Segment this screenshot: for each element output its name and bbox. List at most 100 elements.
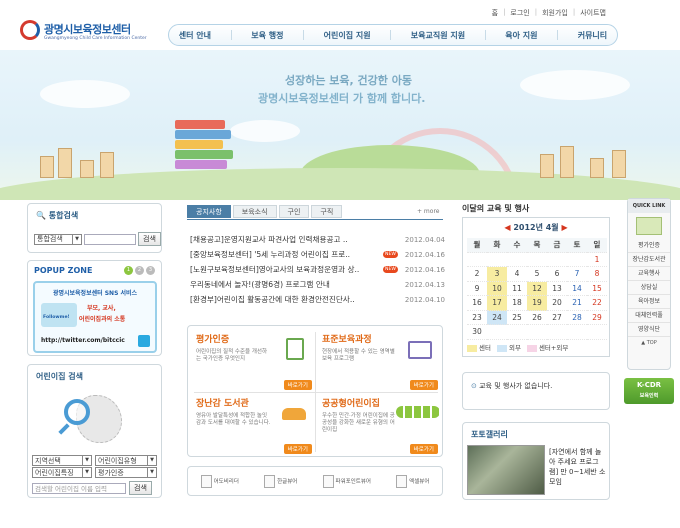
- utility-nav: 홈 | 로그인 | 회원가입 | 사이트맵: [491, 8, 606, 18]
- popup-page-2[interactable]: 2: [135, 266, 144, 275]
- powerpoint-viewer-link[interactable]: 파워포인트뷰어: [322, 474, 371, 488]
- next-month-button[interactable]: ▶: [561, 223, 567, 232]
- notice-row[interactable]: 우리동네에서 놀자!(광명6경) 프로그램 안내 2012.04.13: [190, 277, 445, 292]
- quick-toy-library[interactable]: 장난감도서관: [628, 253, 670, 267]
- calendar-day[interactable]: 12: [527, 281, 547, 296]
- calendar-day[interactable]: 28: [567, 311, 587, 325]
- daycare-name-input[interactable]: 검색할 어린이집 이름 입력: [32, 482, 126, 494]
- search-scope-select[interactable]: 통합검색 ▼: [34, 233, 82, 245]
- new-badge: NEW: [383, 266, 398, 273]
- util-join-link[interactable]: 회원가입: [542, 8, 568, 18]
- excel-viewer-link[interactable]: 엑셀뷰어: [396, 474, 429, 488]
- calendar-day[interactable]: 5: [527, 267, 547, 282]
- more-link[interactable]: + more: [417, 208, 439, 215]
- calendar-day[interactable]: 25: [507, 311, 527, 325]
- prev-month-button[interactable]: ◀: [504, 223, 510, 232]
- nav-childcare-admin[interactable]: 보육 행정: [251, 30, 283, 41]
- calendar-day: [527, 253, 547, 267]
- quick-education-events[interactable]: 교육행사: [628, 267, 670, 281]
- quick-meal-menu[interactable]: 영양식단: [628, 323, 670, 337]
- calendar-day[interactable]: 16: [467, 296, 487, 311]
- calendar-day[interactable]: 24: [487, 310, 507, 325]
- chevron-down-icon: ▼: [82, 468, 91, 477]
- calendar-day[interactable]: 26: [527, 311, 547, 325]
- top-button[interactable]: ▲ TOP: [628, 340, 670, 346]
- service-standard-curriculum[interactable]: 표준보육과정 현장에서 적용할 수 있는 영역별 보육 프로그램 바로가기: [322, 332, 442, 392]
- calendar-day[interactable]: 19: [527, 296, 547, 311]
- search-input[interactable]: [84, 233, 136, 245]
- calendar-day[interactable]: 14: [567, 282, 587, 296]
- calendar-day: [507, 253, 527, 267]
- service-accreditation[interactable]: 평가인증 어린이집의 질적 수준을 개선하는 국가인증 무엇인지 바로가기: [196, 332, 316, 392]
- kcdr-banner[interactable]: K-CDR 보육인력: [624, 378, 674, 404]
- calendar-day[interactable]: 1: [587, 253, 607, 267]
- sns-line-2: 어린이집과의 소통: [79, 316, 126, 323]
- region-select[interactable]: 지역선택 ▼: [32, 455, 92, 466]
- toy-library-go-button[interactable]: 바로가기: [283, 444, 312, 454]
- calendar-day[interactable]: 11: [507, 282, 527, 296]
- popup-page-1[interactable]: 1: [124, 266, 133, 275]
- nav-teacher-support[interactable]: 보육교직원 지원: [411, 30, 465, 41]
- calendar-day[interactable]: 15: [587, 282, 607, 296]
- tab-childcare-news[interactable]: 보육소식: [232, 205, 277, 218]
- tab-notices[interactable]: 공지사항: [187, 205, 231, 218]
- calendar-day[interactable]: 6: [547, 267, 567, 282]
- site-logo[interactable]: 광명시보육정보센터 Gwangmyeong Child Care Informa…: [20, 16, 160, 50]
- nav-parenting-support[interactable]: 육아 지원: [505, 30, 537, 41]
- search-button[interactable]: 검색: [138, 232, 161, 246]
- calendar-day[interactable]: 30: [467, 325, 487, 340]
- notice-row[interactable]: [중앙보육정보센터] '5세 누리과정 어린이집 프로.. NEW 2012.04.…: [190, 247, 445, 262]
- calendar-day[interactable]: 3: [487, 267, 507, 282]
- curriculum-go-button[interactable]: 바로가기: [409, 380, 438, 390]
- public-daycare-go-button[interactable]: 바로가기: [409, 444, 438, 454]
- gallery-caption[interactable]: [자연에서 함께 놀아 주세요 프로그램] 만 0~1세반 소모임: [549, 447, 607, 487]
- daycare-search-button[interactable]: 검색: [129, 481, 152, 495]
- twitter-url[interactable]: http://twitter.com/bitccic: [41, 337, 125, 344]
- quick-accreditation[interactable]: 평가인증: [628, 239, 670, 253]
- board-tabs: 공지사항 보육소식 구인 구직: [187, 205, 343, 218]
- calendar-day[interactable]: 29: [587, 311, 607, 325]
- quick-substitute-pool[interactable]: 대체인력풀: [628, 309, 670, 323]
- calendar-day[interactable]: 22: [587, 296, 607, 311]
- tab-job-seeking[interactable]: 구직: [311, 205, 343, 218]
- util-login-link[interactable]: 로그인: [510, 8, 529, 18]
- books-illustration: [175, 120, 235, 172]
- service-public-daycare[interactable]: 공공형어린이집 우수한 민간·가정 어린이집에 공공성을 강화한 새로운 유형의 …: [322, 396, 442, 456]
- calendar-day[interactable]: 9: [467, 282, 487, 296]
- gallery-photo[interactable]: [467, 445, 545, 495]
- calendar-day[interactable]: 17: [487, 296, 507, 311]
- service-toy-library[interactable]: 장난감 도서관 영유아 발달특성에 적합한 놀잇감과 도서를 대여할 수 있습니다…: [196, 396, 316, 456]
- quick-parenting-info[interactable]: 육아정보: [628, 295, 670, 309]
- calendar-day[interactable]: 7: [567, 267, 587, 282]
- popup-page-3[interactable]: 3: [146, 266, 155, 275]
- popup-zone-title: POPUP ZONE: [34, 266, 93, 275]
- gwangmyeong-map[interactable]: [58, 389, 128, 449]
- calendar-day[interactable]: 13: [547, 282, 567, 296]
- calendar-day[interactable]: 23: [467, 311, 487, 325]
- daycare-feature-select[interactable]: 어린이집특징 ▼: [32, 467, 92, 478]
- notice-row[interactable]: [환경부]어린이집 활동공간에 대한 환경안전진단사.. 2012.04.10: [190, 292, 445, 307]
- calendar-day[interactable]: 10: [487, 281, 507, 296]
- util-home-link[interactable]: 홈: [492, 8, 498, 18]
- notice-row[interactable]: [채용공고]운영지원교사 파견사업 인력채용공고 .. 2012.04.04: [190, 232, 445, 247]
- nav-center-info[interactable]: 센터 안내: [179, 30, 211, 41]
- calendar-day[interactable]: 20: [547, 296, 567, 311]
- calendar-day[interactable]: 8: [587, 267, 607, 282]
- util-sitemap-link[interactable]: 사이트맵: [580, 8, 606, 18]
- nav-daycare-support[interactable]: 어린이집 지원: [324, 30, 371, 41]
- adobe-reader-link[interactable]: 어도비리더: [200, 474, 239, 488]
- accreditation-select[interactable]: 평가인증 ▼: [95, 467, 157, 478]
- accreditation-go-button[interactable]: 바로가기: [283, 380, 312, 390]
- calendar-day[interactable]: 27: [547, 311, 567, 325]
- calendar-day[interactable]: 18: [507, 296, 527, 311]
- calendar-day[interactable]: 4: [507, 267, 527, 282]
- sns-banner[interactable]: 광명시보육정보센터 SNS 서비스 Followme! 부모, 교사, 어린이집…: [33, 281, 157, 353]
- quick-counseling[interactable]: 상담실: [628, 281, 670, 295]
- tab-job-offers[interactable]: 구인: [278, 205, 310, 218]
- notice-row[interactable]: [노원구보육정보센터]영아교사의 보육과정운영과 상.. NEW 2012.04.1…: [190, 262, 445, 277]
- daycare-type-select[interactable]: 어린이집유형 ▼: [95, 455, 157, 466]
- nav-community[interactable]: 커뮤니티: [578, 30, 607, 41]
- calendar-day[interactable]: 2: [467, 267, 487, 282]
- hangul-viewer-link[interactable]: 한글뷰어: [264, 474, 297, 488]
- calendar-day[interactable]: 21: [567, 296, 587, 311]
